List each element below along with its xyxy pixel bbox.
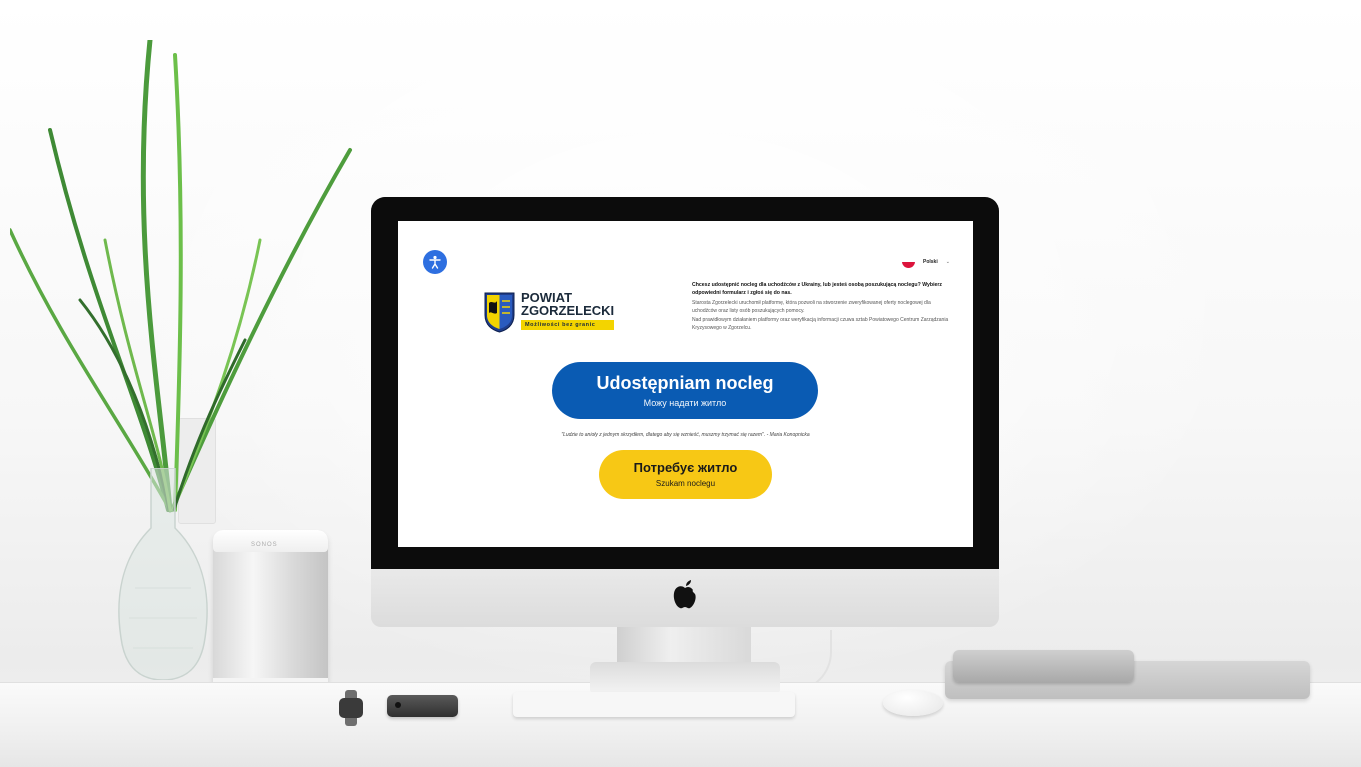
intro-text: Chcesz udostępnić nocleg dla uchodźców z… <box>692 281 954 334</box>
website-screen: Polski ⌄ POWIAT ZGORZELECKI Możliwości b… <box>398 221 973 547</box>
quote-text: "Ludzie to anioły z jednym skrzydłem, dl… <box>561 432 810 438</box>
offer-accommodation-button[interactable]: Udostępniam nocleg Можу надати житло <box>552 362 818 419</box>
imac-stand-neck <box>617 627 751 667</box>
coat-of-arms-crest-icon <box>484 292 515 333</box>
smartphone <box>387 695 458 717</box>
intro-paragraph-1: Starosta Zgorzelecki uruchomił platformę… <box>692 300 931 314</box>
offer-button-subtitle: Можу надати житло <box>643 397 727 408</box>
logo-tagline: Możliwości bez granic <box>521 320 615 330</box>
need-button-subtitle: Szukam noclegu <box>655 478 716 488</box>
accessibility-button[interactable] <box>423 250 447 274</box>
need-accommodation-button[interactable]: Потребує житло Szukam noclegu <box>599 450 772 499</box>
imac-stand-foot <box>590 662 780 692</box>
language-selector[interactable]: Polski ⌄ <box>902 255 950 268</box>
speaker: SONOS <box>213 530 328 692</box>
logo-line-2: ZGORZELECKI <box>521 303 615 318</box>
poland-flag-icon <box>902 255 915 268</box>
smartwatch <box>339 690 363 726</box>
site-logo[interactable]: POWIAT ZGORZELECKI Możliwości bez granic <box>483 291 615 333</box>
photo-scene: SONOS Polski ⌄ POWIAT ZGORZELECKI Możliw… <box>0 0 1361 767</box>
glass-vase <box>118 468 208 680</box>
accessibility-person-icon <box>429 255 441 269</box>
chevron-down-icon: ⌄ <box>945 258 950 265</box>
apple-logo-icon <box>673 580 696 609</box>
mouse <box>883 690 943 716</box>
speaker-brand: SONOS <box>251 542 278 548</box>
language-label: Polski <box>923 258 938 265</box>
offer-button-title: Udostępniam nocleg <box>596 372 774 393</box>
keyboard <box>513 692 795 717</box>
intro-paragraph-2: Nad prawidłowym działaniem platformy ora… <box>692 317 949 331</box>
intro-lead: Chcesz udostępnić nocleg dla uchodźców z… <box>692 282 943 296</box>
need-button-title: Потребує житло <box>633 459 738 475</box>
tablet <box>953 650 1134 682</box>
